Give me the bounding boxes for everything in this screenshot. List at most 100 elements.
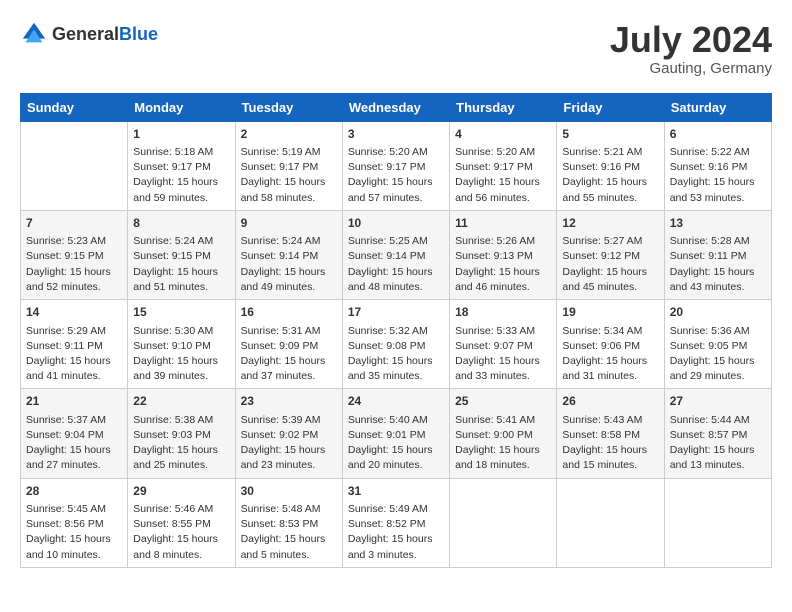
day-number: 26 bbox=[562, 393, 658, 410]
calendar-cell: 25Sunrise: 5:41 AMSunset: 9:00 PMDayligh… bbox=[450, 389, 557, 478]
calendar-cell: 12Sunrise: 5:27 AMSunset: 9:12 PMDayligh… bbox=[557, 210, 664, 299]
day-number: 21 bbox=[26, 393, 122, 410]
header-cell-wednesday: Wednesday bbox=[342, 93, 449, 121]
calendar-cell: 4Sunrise: 5:20 AMSunset: 9:17 PMDaylight… bbox=[450, 121, 557, 210]
daylight-text: Daylight: 15 hours and 37 minutes. bbox=[241, 354, 337, 384]
sunrise-text: Sunrise: 5:18 AM bbox=[133, 145, 229, 160]
sunrise-text: Sunrise: 5:37 AM bbox=[26, 413, 122, 428]
daylight-text: Daylight: 15 hours and 48 minutes. bbox=[348, 265, 444, 295]
sunset-text: Sunset: 9:12 PM bbox=[562, 249, 658, 264]
calendar-cell: 9Sunrise: 5:24 AMSunset: 9:14 PMDaylight… bbox=[235, 210, 342, 299]
sunset-text: Sunset: 9:15 PM bbox=[26, 249, 122, 264]
sunrise-text: Sunrise: 5:27 AM bbox=[562, 234, 658, 249]
sunset-text: Sunset: 9:02 PM bbox=[241, 428, 337, 443]
sunrise-text: Sunrise: 5:30 AM bbox=[133, 324, 229, 339]
header-cell-friday: Friday bbox=[557, 93, 664, 121]
daylight-text: Daylight: 15 hours and 43 minutes. bbox=[670, 265, 766, 295]
day-number: 5 bbox=[562, 126, 658, 143]
sunset-text: Sunset: 9:06 PM bbox=[562, 339, 658, 354]
sunset-text: Sunset: 9:17 PM bbox=[348, 160, 444, 175]
daylight-text: Daylight: 15 hours and 58 minutes. bbox=[241, 175, 337, 205]
day-number: 20 bbox=[670, 304, 766, 321]
calendar-cell: 26Sunrise: 5:43 AMSunset: 8:58 PMDayligh… bbox=[557, 389, 664, 478]
sunrise-text: Sunrise: 5:25 AM bbox=[348, 234, 444, 249]
sunset-text: Sunset: 9:01 PM bbox=[348, 428, 444, 443]
sunrise-text: Sunrise: 5:46 AM bbox=[133, 502, 229, 517]
daylight-text: Daylight: 15 hours and 52 minutes. bbox=[26, 265, 122, 295]
calendar-cell: 7Sunrise: 5:23 AMSunset: 9:15 PMDaylight… bbox=[21, 210, 128, 299]
sunrise-text: Sunrise: 5:48 AM bbox=[241, 502, 337, 517]
sunrise-text: Sunrise: 5:45 AM bbox=[26, 502, 122, 517]
daylight-text: Daylight: 15 hours and 3 minutes. bbox=[348, 532, 444, 562]
calendar-cell: 10Sunrise: 5:25 AMSunset: 9:14 PMDayligh… bbox=[342, 210, 449, 299]
day-number: 25 bbox=[455, 393, 551, 410]
sunset-text: Sunset: 9:16 PM bbox=[562, 160, 658, 175]
header-cell-saturday: Saturday bbox=[664, 93, 771, 121]
sunrise-text: Sunrise: 5:49 AM bbox=[348, 502, 444, 517]
calendar-table: SundayMondayTuesdayWednesdayThursdayFrid… bbox=[20, 93, 772, 568]
daylight-text: Daylight: 15 hours and 57 minutes. bbox=[348, 175, 444, 205]
daylight-text: Daylight: 15 hours and 29 minutes. bbox=[670, 354, 766, 384]
calendar-row: 7Sunrise: 5:23 AMSunset: 9:15 PMDaylight… bbox=[21, 210, 772, 299]
sunrise-text: Sunrise: 5:31 AM bbox=[241, 324, 337, 339]
calendar-cell: 28Sunrise: 5:45 AMSunset: 8:56 PMDayligh… bbox=[21, 478, 128, 567]
calendar-cell: 13Sunrise: 5:28 AMSunset: 9:11 PMDayligh… bbox=[664, 210, 771, 299]
calendar-cell: 2Sunrise: 5:19 AMSunset: 9:17 PMDaylight… bbox=[235, 121, 342, 210]
calendar-cell bbox=[450, 478, 557, 567]
day-number: 31 bbox=[348, 483, 444, 500]
day-number: 4 bbox=[455, 126, 551, 143]
daylight-text: Daylight: 15 hours and 33 minutes. bbox=[455, 354, 551, 384]
calendar-cell: 23Sunrise: 5:39 AMSunset: 9:02 PMDayligh… bbox=[235, 389, 342, 478]
sunset-text: Sunset: 9:14 PM bbox=[241, 249, 337, 264]
day-number: 22 bbox=[133, 393, 229, 410]
sunrise-text: Sunrise: 5:36 AM bbox=[670, 324, 766, 339]
day-number: 18 bbox=[455, 304, 551, 321]
calendar-row: 21Sunrise: 5:37 AMSunset: 9:04 PMDayligh… bbox=[21, 389, 772, 478]
daylight-text: Daylight: 15 hours and 20 minutes. bbox=[348, 443, 444, 473]
daylight-text: Daylight: 15 hours and 5 minutes. bbox=[241, 532, 337, 562]
sunset-text: Sunset: 9:07 PM bbox=[455, 339, 551, 354]
calendar-cell: 8Sunrise: 5:24 AMSunset: 9:15 PMDaylight… bbox=[128, 210, 235, 299]
daylight-text: Daylight: 15 hours and 39 minutes. bbox=[133, 354, 229, 384]
header-cell-tuesday: Tuesday bbox=[235, 93, 342, 121]
day-number: 8 bbox=[133, 215, 229, 232]
daylight-text: Daylight: 15 hours and 15 minutes. bbox=[562, 443, 658, 473]
sunrise-text: Sunrise: 5:24 AM bbox=[241, 234, 337, 249]
day-number: 29 bbox=[133, 483, 229, 500]
location: Gauting, Germany bbox=[610, 60, 772, 77]
sunrise-text: Sunrise: 5:44 AM bbox=[670, 413, 766, 428]
day-number: 28 bbox=[26, 483, 122, 500]
calendar-cell: 24Sunrise: 5:40 AMSunset: 9:01 PMDayligh… bbox=[342, 389, 449, 478]
day-number: 16 bbox=[241, 304, 337, 321]
sunrise-text: Sunrise: 5:24 AM bbox=[133, 234, 229, 249]
daylight-text: Daylight: 15 hours and 53 minutes. bbox=[670, 175, 766, 205]
daylight-text: Daylight: 15 hours and 18 minutes. bbox=[455, 443, 551, 473]
day-number: 17 bbox=[348, 304, 444, 321]
day-number: 2 bbox=[241, 126, 337, 143]
calendar-cell bbox=[664, 478, 771, 567]
sunset-text: Sunset: 9:05 PM bbox=[670, 339, 766, 354]
sunset-text: Sunset: 9:16 PM bbox=[670, 160, 766, 175]
sunset-text: Sunset: 8:55 PM bbox=[133, 517, 229, 532]
sunset-text: Sunset: 9:11 PM bbox=[670, 249, 766, 264]
calendar-cell: 22Sunrise: 5:38 AMSunset: 9:03 PMDayligh… bbox=[128, 389, 235, 478]
calendar-cell: 30Sunrise: 5:48 AMSunset: 8:53 PMDayligh… bbox=[235, 478, 342, 567]
sunrise-text: Sunrise: 5:23 AM bbox=[26, 234, 122, 249]
daylight-text: Daylight: 15 hours and 56 minutes. bbox=[455, 175, 551, 205]
calendar-cell: 27Sunrise: 5:44 AMSunset: 8:57 PMDayligh… bbox=[664, 389, 771, 478]
day-number: 13 bbox=[670, 215, 766, 232]
sunrise-text: Sunrise: 5:21 AM bbox=[562, 145, 658, 160]
sunrise-text: Sunrise: 5:32 AM bbox=[348, 324, 444, 339]
calendar-cell: 18Sunrise: 5:33 AMSunset: 9:07 PMDayligh… bbox=[450, 300, 557, 389]
day-number: 1 bbox=[133, 126, 229, 143]
calendar-cell: 15Sunrise: 5:30 AMSunset: 9:10 PMDayligh… bbox=[128, 300, 235, 389]
calendar-row: 1Sunrise: 5:18 AMSunset: 9:17 PMDaylight… bbox=[21, 121, 772, 210]
daylight-text: Daylight: 15 hours and 55 minutes. bbox=[562, 175, 658, 205]
sunrise-text: Sunrise: 5:39 AM bbox=[241, 413, 337, 428]
sunrise-text: Sunrise: 5:34 AM bbox=[562, 324, 658, 339]
sunrise-text: Sunrise: 5:20 AM bbox=[348, 145, 444, 160]
header-cell-sunday: Sunday bbox=[21, 93, 128, 121]
sunrise-text: Sunrise: 5:41 AM bbox=[455, 413, 551, 428]
daylight-text: Daylight: 15 hours and 46 minutes. bbox=[455, 265, 551, 295]
daylight-text: Daylight: 15 hours and 23 minutes. bbox=[241, 443, 337, 473]
